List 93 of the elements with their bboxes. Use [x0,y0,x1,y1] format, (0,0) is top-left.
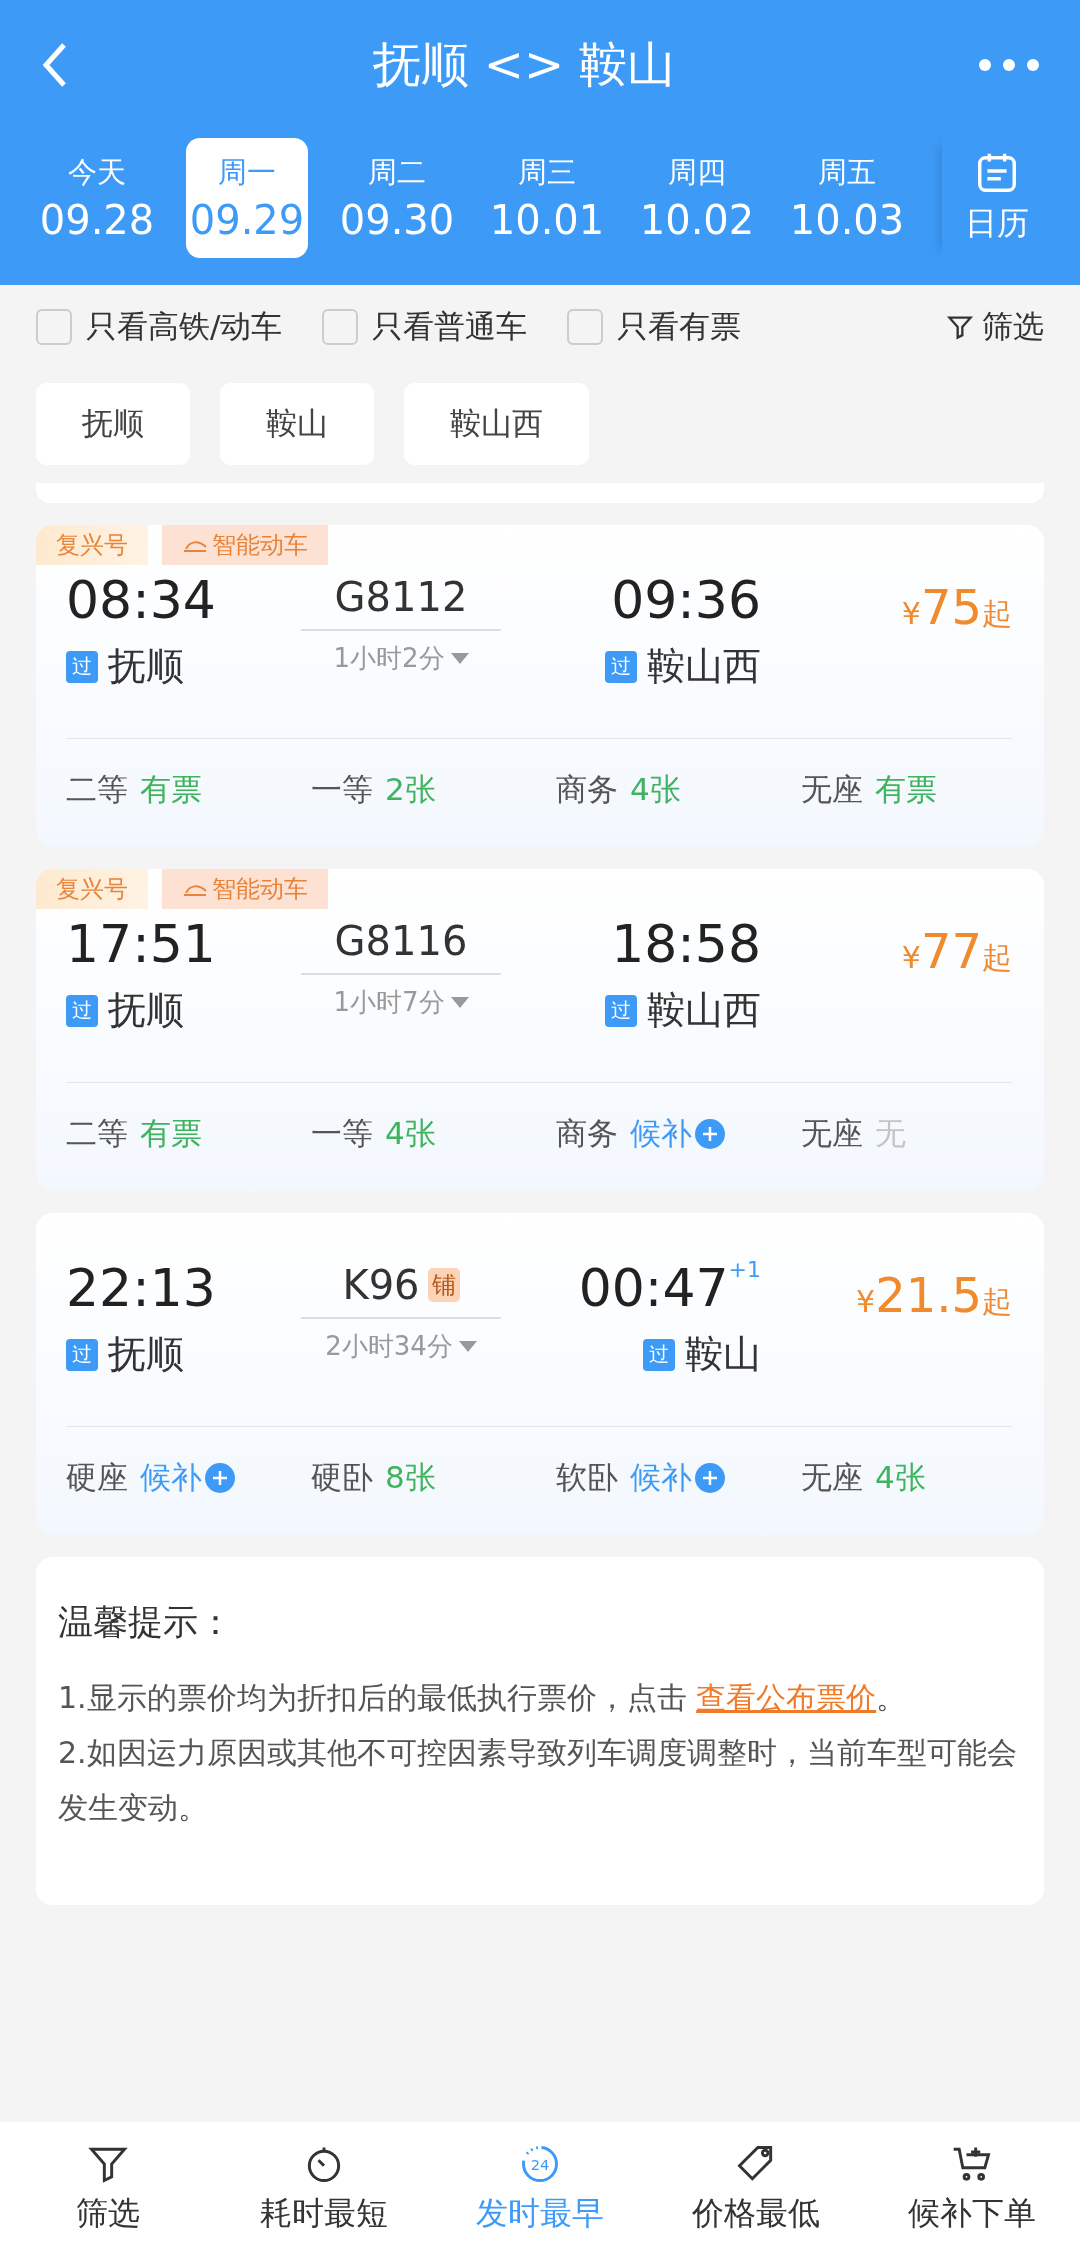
stop-mark: 过 [605,650,637,683]
nav-tab[interactable]: 筛选 [8,2141,208,2236]
caret-icon [450,652,469,665]
more-icon[interactable] [978,58,1040,72]
price: ¥21.5起 [855,1266,1012,1325]
stop-mark: 过 [605,994,637,1027]
train-number: G8112 [334,573,468,622]
seat-status: 8张 [385,1458,436,1497]
tip-text: 2.如因运力原因或其他不可控因素导致列车调度调整时，当前车型可能会发生变动。 [58,1734,1018,1827]
plus-icon [694,1118,726,1150]
caret-icon [458,1340,477,1353]
checkbox[interactable] [567,309,604,345]
station-chip[interactable]: 鞍山 [220,383,374,465]
date-tab[interactable]: 周一 09.29 [186,138,308,258]
departure-station: 抚顺 [108,643,184,690]
train-number: G8116 [334,917,468,966]
duration-toggle[interactable]: 2小时34分 [325,1329,477,1364]
seat-status: 无 [875,1114,906,1153]
seat-status[interactable]: 候补 [630,1113,726,1155]
tip-text: 1.显示的票价均为折扣后的最低执行票价，点击 查看公布票价。 [58,1679,908,1717]
seat-class: 二等 [66,770,128,809]
date-tab[interactable]: 今天 09.28 [36,138,158,258]
seat-class: 一等 [311,770,373,809]
stop-mark: 过 [643,1338,675,1371]
day-offset: +1 [728,1257,761,1282]
seat-class: 无座 [801,770,863,809]
arrival-station: 鞍山西 [647,987,761,1034]
train-card[interactable]: 复兴号 智能动车 08:34 过 抚顺 G8112 1小时2分 09:36 过 鞍山西 ¥75起 二等 有票 一等 2张 商务 4张 无座 有票 [36,525,1044,847]
checkbox-label: 只看普通车 [372,307,528,346]
duration-toggle[interactable]: 1小时2分 [333,641,469,676]
price: ¥77起 [900,922,1012,981]
seat-status[interactable]: 候补 [140,1457,236,1499]
checkbox-label: 只看有票 [617,307,742,346]
checkbox[interactable] [36,309,72,345]
departure-time: 17:51 [66,913,217,976]
calendar-button[interactable]: 日历 [942,138,1052,258]
seat-status: 有票 [140,1114,202,1153]
train-card[interactable]: 复兴号 智能动车 17:51 过 抚顺 G8116 1小时7分 18:58 过 鞍山西 ¥77起 二等 有票 一等 4张 商务 候补 无座 无 [36,869,1044,1191]
plus-icon [694,1462,726,1494]
date-tab[interactable]: 周四 10.02 [636,138,758,258]
train-tag: 智能动车 [162,525,328,565]
date-tab[interactable]: 周二 09.30 [336,138,458,258]
seat-status[interactable]: 候补 [630,1457,726,1499]
seat-class: 软卧 [556,1458,618,1497]
departure-time: 22:13 [66,1257,217,1320]
nav-tab[interactable]: 价格最低 [656,2141,856,2236]
train-tag: 复兴号 [36,525,148,565]
seat-status: 2张 [385,770,436,809]
stop-mark: 过 [66,994,98,1027]
caret-icon [450,996,469,1009]
date-tab[interactable]: 周三 10.01 [486,138,608,258]
checkbox-label: 只看高铁/动车 [86,307,283,346]
checkbox[interactable] [322,309,359,345]
tips-title: 温馨提示： [58,1601,234,1644]
filter-button[interactable]: 筛选 [946,306,1044,348]
seat-class: 硬座 [66,1458,128,1497]
seat-class: 商务 [556,770,618,809]
seat-class: 硬卧 [311,1458,373,1497]
page-title: 抚顺 <> 鞍山 [372,35,676,94]
seat-class: 二等 [66,1114,128,1153]
train-number: K96 [342,1261,420,1310]
stop-mark: 过 [66,650,98,683]
seat-class: 无座 [801,1458,863,1497]
date-tab[interactable]: 周五 10.03 [786,138,908,258]
sleeper-badge: 铺 [427,1268,460,1302]
price: ¥75起 [900,578,1012,637]
departure-station: 抚顺 [108,1331,184,1378]
arrival-station: 鞍山 [685,1331,761,1378]
arrival-station: 鞍山西 [647,643,761,690]
departure-station: 抚顺 [108,987,184,1034]
arrival-time: 09:36 [611,569,761,632]
seat-status: 4张 [385,1114,436,1153]
seat-status: 4张 [875,1458,926,1497]
station-chip[interactable]: 抚顺 [36,383,190,465]
seat-status: 4张 [630,770,681,809]
arrival-time: 00:47 [578,1257,729,1320]
departure-time: 08:34 [66,569,217,632]
seat-status: 有票 [875,770,937,809]
seat-class: 无座 [801,1114,863,1153]
seat-class: 一等 [311,1114,373,1153]
train-tag: 复兴号 [36,869,148,909]
duration-toggle[interactable]: 1小时7分 [333,985,469,1020]
nav-tab[interactable]: 24 发时最早 [440,2141,640,2236]
nav-tab[interactable]: 耗时最短 [224,2141,424,2236]
train-tag: 智能动车 [162,869,328,909]
stop-mark: 过 [66,1338,98,1371]
seat-class: 商务 [556,1114,618,1153]
price-link[interactable]: 查看公布票价 [696,1680,877,1715]
seat-status: 有票 [140,770,202,809]
nav-tab[interactable]: 候补下单 [872,2141,1072,2236]
station-chip[interactable]: 鞍山西 [404,383,589,465]
plus-icon [204,1462,236,1494]
arrival-time: 18:58 [611,913,761,976]
